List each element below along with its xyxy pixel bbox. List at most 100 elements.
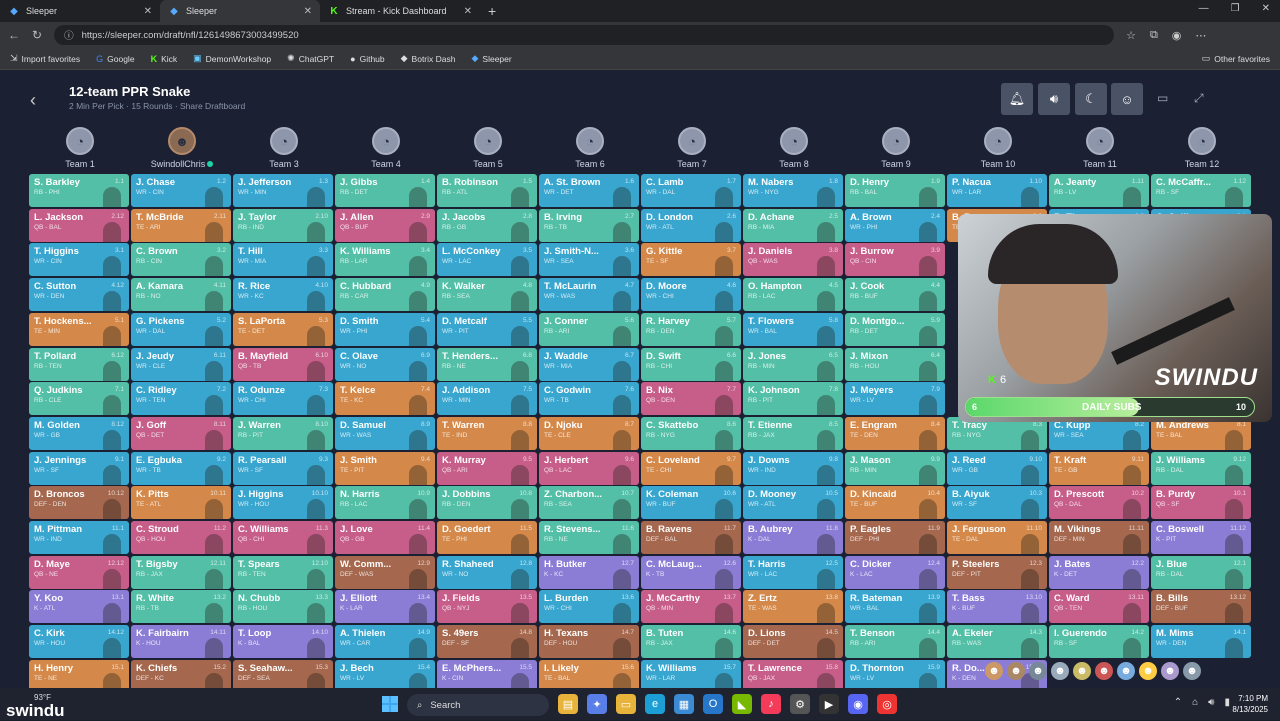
pick-cell[interactable]: D. Prescott QB - DAL 10.2 [1049, 486, 1149, 520]
pick-cell[interactable]: B. Irving RB - TB 2.7 [539, 208, 639, 242]
pick-cell[interactable]: A. Brown WR - PHI 2.4 [845, 208, 945, 242]
pick-cell[interactable]: M. Golden WR - GB 8.12 [29, 416, 129, 450]
pick-cell[interactable]: C. Stroud QB - HOU 11.2 [131, 521, 231, 554]
pick-cell[interactable]: C. Skattebo RB - NYG 8.6 [641, 416, 741, 450]
pick-cell[interactable]: D. Achane RB - MIA 2.5 [743, 208, 843, 242]
pick-cell[interactable]: J. Reed WR - GB 9.10 [947, 451, 1047, 485]
pick-cell[interactable]: B. Purdy QB - SF 10.1 [1151, 486, 1251, 520]
chrome-icon[interactable]: ◎ [877, 694, 897, 714]
reload-icon[interactable]: ↻ [32, 28, 42, 42]
pick-cell[interactable]: T. Hill WR - MIA 3.3 [233, 243, 333, 277]
pick-cell[interactable]: R. Bateman WR - BAL 13.9 [845, 590, 945, 624]
pick-cell[interactable]: C. Ward QB - TEN 13.11 [1049, 590, 1149, 624]
pick-cell[interactable]: J. Smith-N... WR - SEA 3.6 [539, 243, 639, 277]
pick-cell[interactable]: M. Mims WR - DEN 14.1 [1151, 625, 1251, 659]
pick-cell[interactable]: H. Texans DEF - HOU 14.7 [539, 625, 639, 659]
pick-cell[interactable]: B. Robinson RB - ATL 1.5 [437, 174, 537, 207]
pick-cell[interactable]: J. Herbert QB - LAC 9.6 [539, 451, 639, 485]
minimize-icon[interactable]: — [1199, 3, 1209, 14]
profile-icon[interactable]: ◉ [1172, 29, 1182, 42]
close-icon[interactable]: ✕ [304, 6, 312, 17]
pick-cell[interactable]: B. Nix QB - DEN 7.7 [641, 382, 741, 416]
pick-cell[interactable]: A. St. Brown WR - DET 1.6 [539, 174, 639, 207]
pick-cell[interactable]: E. Egbuka WR - TB 9.2 [131, 451, 231, 485]
team-slot-12[interactable]: ◔ Team 12 [1151, 127, 1253, 169]
dark-mode-button[interactable]: ☾ [1075, 83, 1107, 115]
pick-cell[interactable]: J. Chase WR - CIN 1.2 [131, 174, 231, 207]
discord-icon[interactable]: ◉ [848, 694, 868, 714]
pick-cell[interactable]: D. Kincaid TE - BUF 10.4 [845, 486, 945, 520]
taskbar-clock[interactable]: 7:10 PM 8/13/2025 [1232, 693, 1268, 715]
team-slot-1[interactable]: ◔ Team 1 [29, 127, 131, 169]
pick-cell[interactable]: S. 49ers DEF - SF 14.8 [437, 625, 537, 659]
nvidia-icon[interactable]: ◣ [732, 694, 752, 714]
pick-cell[interactable]: J. Dobbins RB - DEN 10.8 [437, 486, 537, 520]
pick-cell[interactable]: B. Mayfield QB - TB 6.10 [233, 347, 333, 381]
pick-cell[interactable]: R. Rice WR - KC 4.10 [233, 278, 333, 312]
pick-cell[interactable]: B. Aiyuk WR - SF 10.3 [947, 486, 1047, 520]
file-explorer-icon[interactable]: ▤ [558, 694, 578, 714]
music-icon[interactable]: ♪ [761, 694, 781, 714]
pick-cell[interactable]: D. Maye QB - NE 12.12 [29, 555, 129, 589]
favorite-star-icon[interactable]: ☆ [1126, 29, 1136, 42]
pick-cell[interactable]: E. Engram TE - DEN 8.4 [845, 416, 945, 450]
pick-cell[interactable]: O. Hampton RB - LAC 4.5 [743, 278, 843, 312]
pick-cell[interactable]: J. Warren RB - PIT 8.10 [233, 416, 333, 450]
team-slot-2[interactable]: ☻ SwindollChris [131, 127, 233, 169]
pick-cell[interactable]: J. Goff QB - DET 8.11 [131, 416, 231, 450]
pick-cell[interactable]: C. Loveland TE - CHI 9.7 [641, 451, 741, 485]
edge-icon[interactable]: e [645, 694, 665, 714]
pick-cell[interactable]: J. Williams RB - DAL 9.12 [1151, 451, 1251, 485]
url-field[interactable]: ⓘ https://sleeper.com/draft/nfl/126149867… [54, 25, 1115, 45]
media-player-icon[interactable]: ▶ [819, 694, 839, 714]
pick-cell[interactable]: B. Bills DEF - BUF 13.12 [1151, 590, 1251, 624]
close-window-icon[interactable]: ✕ [1262, 3, 1270, 14]
pick-cell[interactable]: J. Jacobs RB - GB 2.8 [437, 208, 537, 242]
pick-cell[interactable]: L. McConkey WR - LAC 3.5 [437, 243, 537, 277]
pick-cell[interactable]: M. Vikings DEF - MIN 11.11 [1049, 521, 1149, 554]
bookmark-google[interactable]: G Google [96, 54, 134, 64]
team-slot-6[interactable]: ◔ Team 6 [539, 127, 641, 169]
pick-cell[interactable]: D. Broncos DEF - DEN 10.12 [29, 486, 129, 520]
pick-cell[interactable]: D. Lions DEF - DET 14.5 [743, 625, 843, 659]
pick-cell[interactable]: J. Smith TE - PIT 9.4 [335, 451, 435, 485]
pick-cell[interactable]: P. Nacua WR - LAR 1.10 [947, 174, 1047, 207]
pick-cell[interactable]: T. Higgins WR - CIN 3.1 [29, 243, 129, 277]
notifications-button[interactable]: 🔔︎ [1001, 83, 1033, 115]
pick-cell[interactable]: D. Samuel WR - WAS 8.9 [335, 416, 435, 450]
chevron-up-icon[interactable]: ⌃ [1174, 697, 1182, 708]
bookmark-other-favorites[interactable]: ▭ Other favorites [1202, 53, 1270, 64]
site-info-icon[interactable]: ⓘ [64, 28, 74, 42]
battery-icon[interactable]: ▮ [1224, 697, 1230, 708]
pick-cell[interactable]: K. Murray QB - ARI 9.5 [437, 451, 537, 485]
pick-cell[interactable]: K. Walker RB - SEA 4.8 [437, 278, 537, 312]
pick-cell[interactable]: T. McBride TE - ARI 2.11 [131, 208, 231, 242]
bookmark-kick[interactable]: K Kick [151, 54, 178, 64]
back-chevron-icon[interactable]: ‹ [30, 90, 36, 111]
pick-cell[interactable]: D. Smith WR - PHI 5.4 [335, 312, 435, 346]
pick-cell[interactable]: M. Pittman WR - IND 11.1 [29, 521, 129, 554]
pick-cell[interactable]: D. Montgo... RB - DET 5.9 [845, 312, 945, 346]
pick-cell[interactable]: B. Tuten RB - JAX 14.6 [641, 625, 741, 659]
pick-cell[interactable]: J. Bates K - DET 12.2 [1049, 555, 1149, 589]
pick-cell[interactable]: J. Burrow QB - CIN 3.9 [845, 243, 945, 277]
draft-subtitle[interactable]: 2 Min Per Pick · 15 Rounds · Share Draft… [69, 101, 245, 111]
pick-cell[interactable]: C. Ridley WR - TEN 7.2 [131, 382, 231, 416]
pick-cell[interactable]: T. Spears RB - TEN 12.10 [233, 555, 333, 589]
pick-cell[interactable]: K. Pitts TE - ATL 10.11 [131, 486, 231, 520]
pick-cell[interactable]: C. Williams QB - CHI 11.3 [233, 521, 333, 554]
pick-cell[interactable]: L. Burden WR - CHI 13.6 [539, 590, 639, 624]
pick-cell[interactable]: C. Hubbard RB - CAR 4.9 [335, 278, 435, 312]
pick-cell[interactable]: T. Kelce TE - KC 7.4 [335, 382, 435, 416]
pick-cell[interactable]: J. Conner RB - ARI 5.6 [539, 312, 639, 346]
pick-cell[interactable]: C. Lamb WR - DAL 1.7 [641, 174, 741, 207]
back-arrow-icon[interactable]: ← [8, 28, 20, 42]
pick-cell[interactable]: S. Barkley RB - PHI 1.1 [29, 174, 129, 207]
new-tab-icon[interactable]: + [480, 3, 504, 19]
collections-icon[interactable]: ⧉ [1150, 29, 1158, 42]
pick-cell[interactable]: M. Nabers WR - NYG 1.8 [743, 174, 843, 207]
pick-cell[interactable]: T. Harris WR - LAC 12.5 [743, 555, 843, 589]
pick-cell[interactable]: P. Eagles DEF - PHI 11.9 [845, 521, 945, 554]
pick-cell[interactable]: W. Comm... DEF - WAS 12.9 [335, 555, 435, 589]
pick-cell[interactable]: J. McCarthy QB - MIN 13.7 [641, 590, 741, 624]
